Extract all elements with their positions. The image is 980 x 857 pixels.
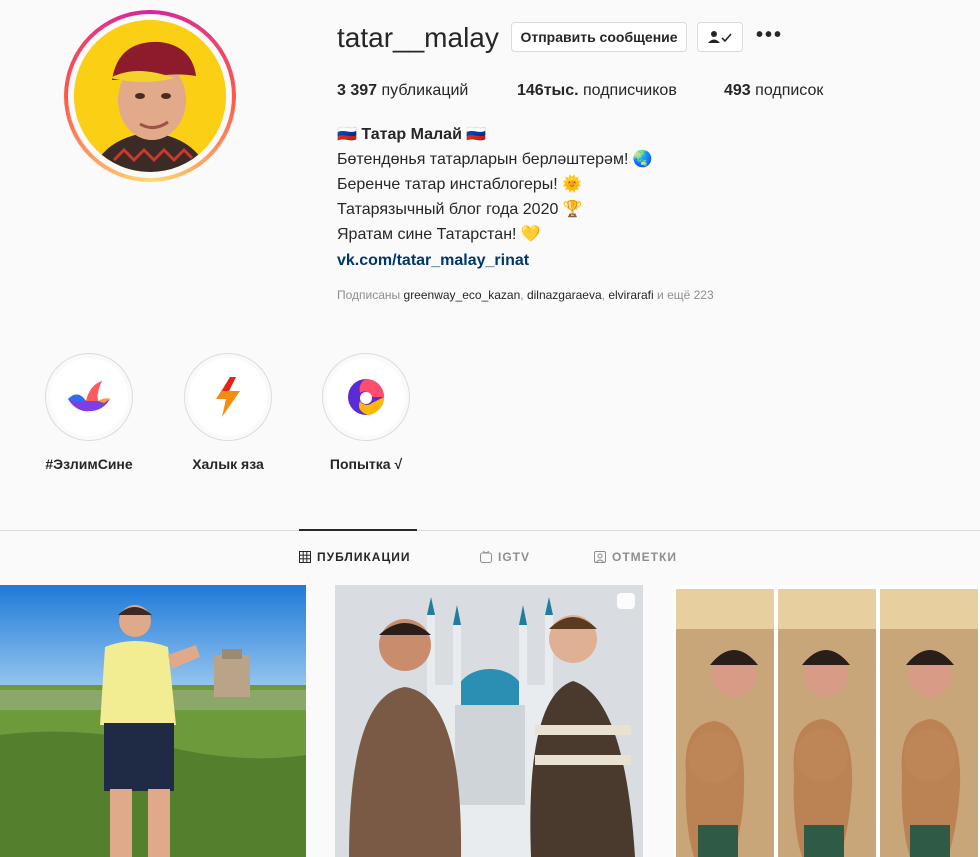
tab-tagged[interactable]: ОТМЕТКИ xyxy=(594,550,677,564)
posts-label: публикаций xyxy=(381,82,469,99)
tagged-user-icon xyxy=(594,551,606,563)
tab-label: ОТМЕТКИ xyxy=(612,550,677,564)
bio-line: Бөтендөнья татарларын берләштерәм! 🌏 xyxy=(337,151,653,168)
bio-line: Татарязычный блог года 2020 🏆 xyxy=(337,201,583,218)
followed-by-user: elvirarafi xyxy=(608,288,654,302)
user-check-icon xyxy=(708,31,732,43)
highlight-popytka[interactable] xyxy=(322,353,410,441)
tab-igtv[interactable]: IGTV xyxy=(480,550,530,564)
bird-icon xyxy=(68,381,110,412)
stat-followers[interactable]: 146тыс. подписчиков xyxy=(517,82,677,100)
post-thumbnail[interactable] xyxy=(0,585,306,857)
edge-logo-icon xyxy=(348,379,385,415)
followed-by[interactable]: Подписаны greenway_eco_kazan, dilnazgara… xyxy=(337,288,714,302)
tab-label: ПУБЛИКАЦИИ xyxy=(317,550,411,564)
tab-posts[interactable]: ПУБЛИКАЦИИ xyxy=(299,550,410,564)
following-label: подписок xyxy=(755,82,824,99)
more-options-icon[interactable]: ••• xyxy=(756,24,783,47)
post-image xyxy=(0,585,306,857)
profile-avatar-ring[interactable] xyxy=(64,10,236,182)
avatar-photo xyxy=(74,20,226,172)
stat-posts: 3 397 публикаций xyxy=(337,82,468,100)
tabs-divider xyxy=(0,530,980,531)
bio-line: Яратам сине Татарстан! 💛 xyxy=(337,226,541,243)
highlight-label[interactable]: Халык яза xyxy=(158,456,298,472)
post-image xyxy=(674,585,980,857)
active-tab-indicator xyxy=(299,529,417,531)
posts-count: 3 397 xyxy=(337,82,378,99)
highlight-label[interactable]: Попытка √ xyxy=(296,456,436,472)
followers-label: подписчиков xyxy=(583,82,677,99)
followed-by-user: dilnazgaraeva xyxy=(526,288,602,302)
post-thumbnail[interactable] xyxy=(674,585,980,857)
followed-by-user: greenway_eco_kazan xyxy=(403,288,521,302)
avatar[interactable] xyxy=(74,20,226,172)
followers-count: 146тыс. xyxy=(517,82,579,99)
bio-link[interactable]: vk.com/tatar_malay_rinat xyxy=(337,249,529,273)
igtv-icon xyxy=(480,551,492,563)
highlight-label[interactable]: #ЭзлимСине xyxy=(19,456,159,472)
post-image xyxy=(335,585,643,857)
grid-icon xyxy=(299,551,311,563)
tab-label: IGTV xyxy=(498,550,531,564)
highlight-khalyk-yaza[interactable] xyxy=(184,353,272,441)
send-message-button[interactable]: Отправить сообщение xyxy=(511,22,687,52)
profile-username: tatar__malay xyxy=(337,22,499,53)
followed-by-prefix: Подписаны xyxy=(337,288,401,302)
following-toggle-button[interactable] xyxy=(697,22,743,52)
following-count: 493 xyxy=(724,82,751,99)
post-thumbnail[interactable] xyxy=(335,585,643,857)
bio-name: 🇷🇺 Татар Малай 🇷🇺 xyxy=(337,126,487,143)
followed-by-suffix: и ещё 223 xyxy=(657,288,714,302)
stat-following[interactable]: 493 подписок xyxy=(724,82,823,100)
bio-line: Беренче татар инстаблогеры! 🌞 xyxy=(337,176,583,193)
highlight-ezlimsine[interactable] xyxy=(45,353,133,441)
lightning-icon xyxy=(216,377,240,417)
